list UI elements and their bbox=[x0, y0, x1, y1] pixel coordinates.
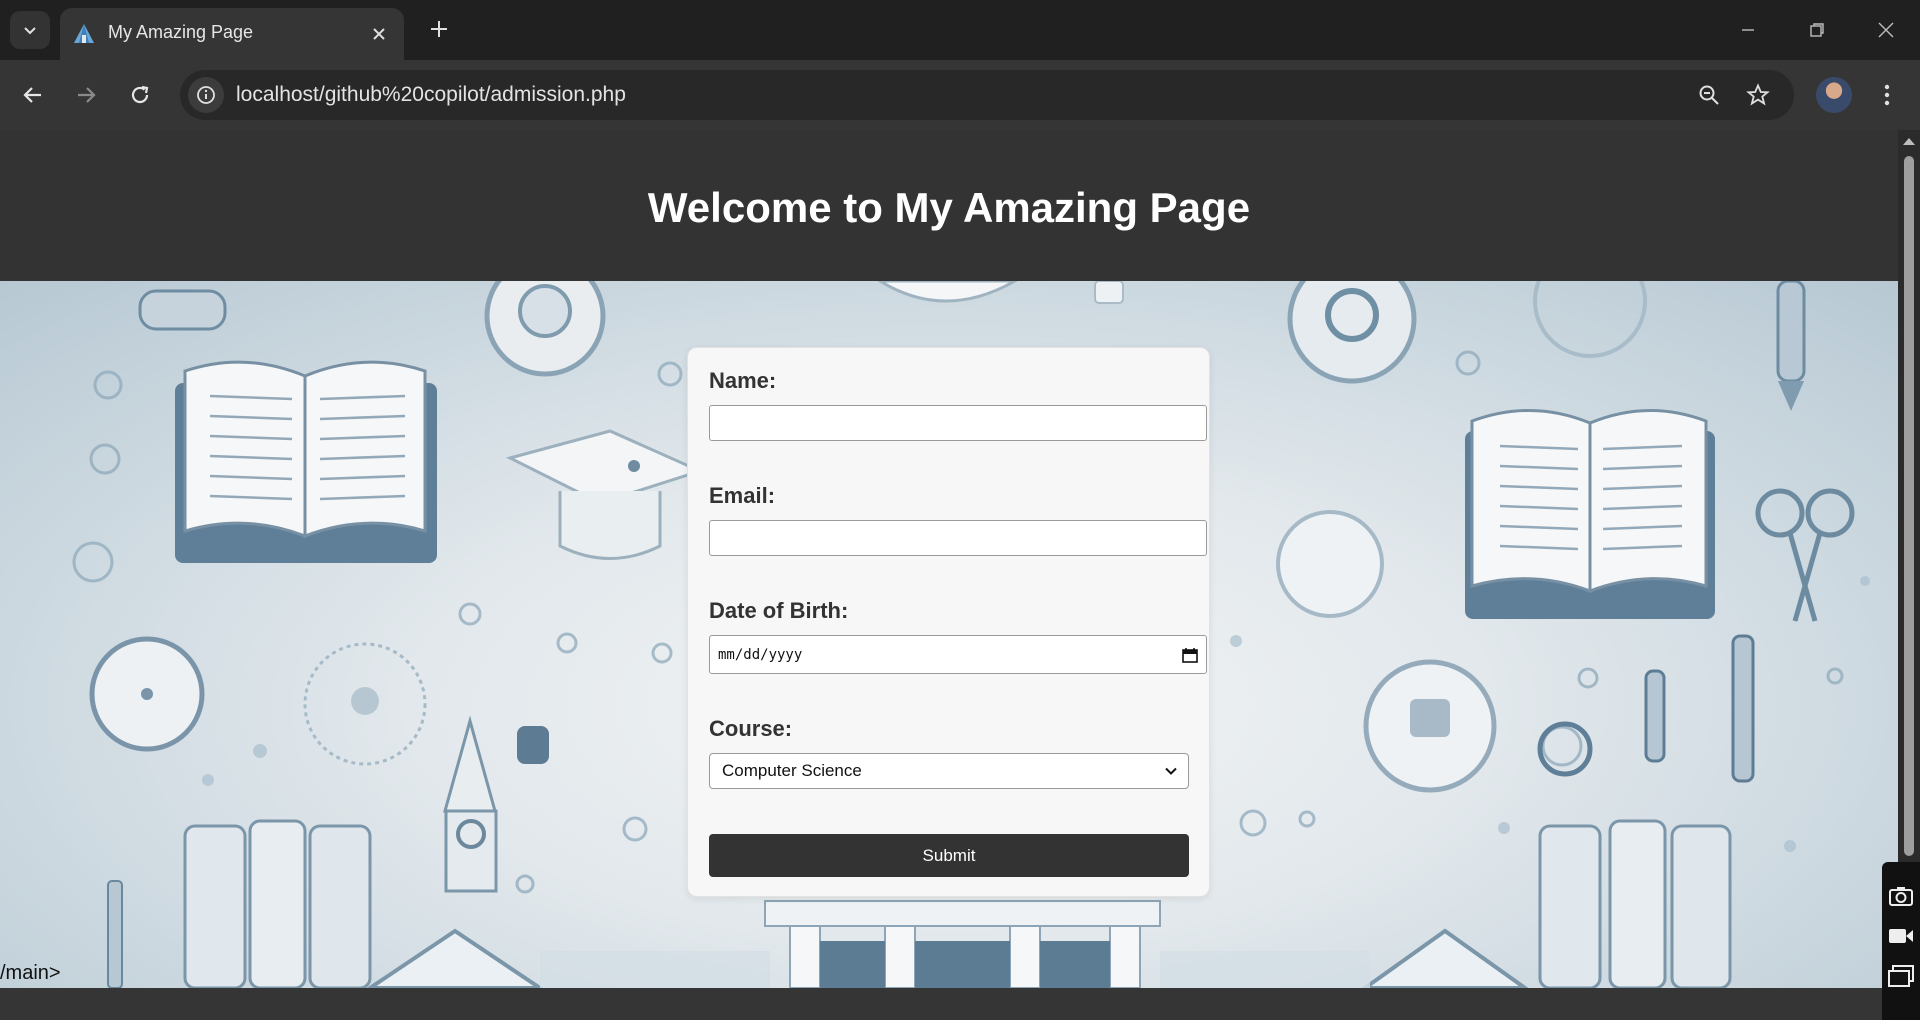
restore-icon bbox=[1810, 23, 1824, 37]
screenshot-button[interactable] bbox=[1886, 882, 1916, 910]
page-title: Welcome to My Amazing Page bbox=[647, 184, 1251, 231]
kebab-menu-icon bbox=[1884, 84, 1890, 106]
star-icon bbox=[1746, 83, 1770, 106]
camera-icon bbox=[1889, 887, 1913, 906]
back-button[interactable] bbox=[14, 76, 52, 114]
chevron-down-icon bbox=[24, 27, 36, 35]
address-bar[interactable]: localhost/github%20copilot/admission.php bbox=[180, 70, 1794, 120]
close-window-button[interactable] bbox=[1866, 10, 1906, 50]
info-icon bbox=[197, 86, 215, 104]
site-info-button[interactable] bbox=[188, 77, 224, 113]
admission-form: Name: Email: Date of Birth: mm/dd/yyyy C… bbox=[687, 347, 1210, 897]
forward-icon bbox=[78, 87, 96, 103]
page-viewport: Welcome to My Amazing Page Name: Email: … bbox=[0, 130, 1898, 988]
tab-search-button[interactable] bbox=[10, 11, 50, 49]
scroll-up-arrow[interactable] bbox=[1903, 138, 1915, 145]
record-button[interactable] bbox=[1886, 922, 1916, 950]
dob-input[interactable]: mm/dd/yyyy bbox=[709, 635, 1207, 674]
course-select[interactable]: Computer Science bbox=[709, 753, 1189, 789]
name-input[interactable] bbox=[709, 405, 1207, 441]
calendar-icon[interactable] bbox=[1182, 647, 1198, 663]
profile-avatar[interactable] bbox=[1816, 77, 1852, 113]
reload-icon bbox=[131, 85, 149, 104]
dob-label: Date of Birth: bbox=[709, 598, 849, 623]
window-icon bbox=[1888, 965, 1914, 987]
capture-side-panel bbox=[1882, 862, 1920, 1020]
zoom-button[interactable] bbox=[1692, 78, 1726, 112]
video-icon bbox=[1889, 929, 1913, 943]
browser-toolbar: localhost/github%20copilot/admission.php bbox=[0, 60, 1920, 130]
browser-menu-button[interactable] bbox=[1870, 76, 1904, 114]
restore-button[interactable] bbox=[1797, 10, 1837, 50]
active-tab[interactable]: My Amazing Page bbox=[60, 8, 404, 60]
reload-button[interactable] bbox=[121, 76, 159, 114]
close-icon bbox=[373, 28, 385, 40]
forward-button[interactable] bbox=[67, 76, 105, 114]
tab-close-button[interactable] bbox=[366, 21, 392, 47]
url-text[interactable]: localhost/github%20copilot/admission.php bbox=[236, 83, 626, 107]
chevron-down-icon bbox=[1165, 767, 1177, 775]
dob-placeholder: mm/dd/yyyy bbox=[718, 646, 803, 663]
bottom-bar bbox=[0, 988, 1882, 1020]
tab-title: My Amazing Page bbox=[108, 22, 254, 42]
zoom-icon bbox=[1699, 85, 1719, 105]
course-label: Course: bbox=[709, 716, 793, 741]
submit-button[interactable]: Submit bbox=[709, 834, 1189, 877]
email-input[interactable] bbox=[709, 520, 1207, 556]
bookmark-button[interactable] bbox=[1741, 78, 1775, 112]
minimize-icon bbox=[1742, 29, 1754, 31]
plus-icon bbox=[431, 21, 447, 37]
scroll-thumb[interactable] bbox=[1904, 156, 1914, 856]
hero-background: Name: Email: Date of Birth: mm/dd/yyyy C… bbox=[0, 281, 1898, 988]
window-capture-button[interactable] bbox=[1886, 962, 1916, 990]
email-label: Email: bbox=[709, 483, 776, 508]
name-label: Name: bbox=[709, 368, 777, 393]
page-scrollbar[interactable] bbox=[1898, 130, 1920, 988]
tab-strip: My Amazing Page bbox=[0, 0, 1920, 60]
stray-text: /main> bbox=[0, 962, 61, 984]
favicon-icon bbox=[74, 24, 94, 43]
new-tab-button[interactable] bbox=[424, 14, 454, 44]
close-icon bbox=[1878, 22, 1894, 38]
minimize-button[interactable] bbox=[1728, 10, 1768, 50]
back-icon bbox=[23, 87, 41, 103]
page-header: Welcome to My Amazing Page bbox=[0, 130, 1898, 281]
course-selected-value: Computer Science bbox=[722, 761, 862, 780]
